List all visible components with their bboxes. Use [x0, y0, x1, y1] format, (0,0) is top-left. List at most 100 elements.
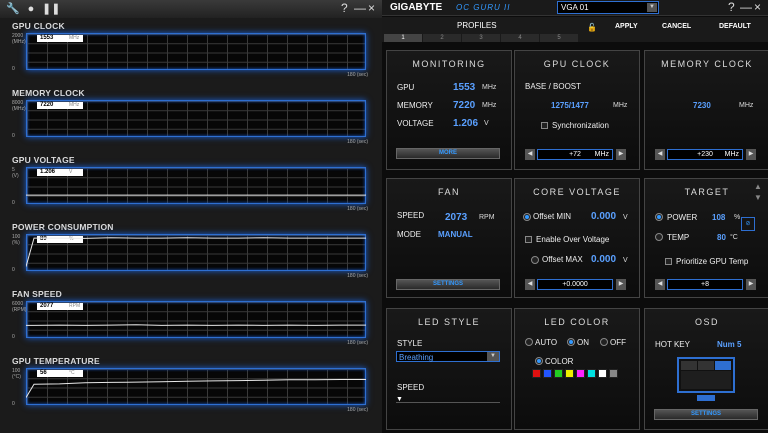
core-voltage-decrease-icon[interactable]: ◀ — [525, 279, 535, 290]
help-button[interactable]: ? — [341, 1, 348, 15]
synchronization-label: Synchronization — [552, 121, 609, 130]
fan-speed-label: SPEED — [397, 211, 425, 220]
gpu-clock-y-unit: (MHz) — [12, 39, 26, 45]
fan-speed-trace — [26, 324, 366, 326]
target-increase-icon[interactable]: ▶ — [746, 279, 756, 290]
synchronization-checkbox[interactable] — [541, 122, 548, 129]
osd-position-monitor-icon[interactable] — [677, 357, 735, 393]
close-button-right[interactable]: × — [754, 0, 761, 14]
profile-tab-5[interactable]: 5 — [540, 34, 578, 42]
gpu-temperature-y-min: 0 — [12, 401, 15, 407]
profile-tab-1[interactable]: 1 — [384, 34, 422, 42]
memory-clock-panel: MEMORY CLOCK 7230 MHz ◀ +230 MHz ▶ — [644, 50, 768, 170]
close-button[interactable]: × — [368, 1, 375, 15]
gpu-temperature-trace-line — [26, 379, 366, 398]
led-color-swatch[interactable] — [598, 369, 607, 378]
memory-clock-offset-input[interactable]: +230 MHz — [667, 149, 743, 160]
memory-clock-x-label: 180 (sec) — [347, 139, 368, 145]
profile-tab-2[interactable]: 2 — [423, 34, 461, 42]
help-button-right[interactable]: ? — [728, 0, 735, 14]
memory-clock-increase-icon[interactable]: ▶ — [746, 149, 756, 160]
lock-icon[interactable]: 🔓 — [587, 23, 597, 32]
gpu-clock-decrease-icon[interactable]: ◀ — [525, 149, 535, 160]
vga-select[interactable]: VGA 01 ▼ — [557, 1, 659, 14]
scroll-down-icon[interactable]: ▼ — [754, 193, 762, 202]
offset-max-label: Offset MAX — [542, 255, 583, 264]
led-off-label: OFF — [610, 338, 626, 347]
led-speed-slider-track[interactable] — [396, 402, 500, 403]
enable-over-voltage-checkbox[interactable] — [525, 236, 532, 243]
profile-tab-4[interactable]: 4 — [501, 34, 539, 42]
led-off-radio[interactable] — [600, 338, 608, 346]
title-bar: GIGABYTE OC GURU II VGA 01 ▼ ? — × — [382, 0, 768, 16]
gpu-label: GPU — [397, 83, 415, 92]
power-consumption-trace-line — [26, 237, 366, 267]
power-target-radio[interactable] — [655, 213, 663, 221]
led-color-swatch[interactable] — [565, 369, 574, 378]
vga-select-value: VGA 01 — [561, 3, 589, 12]
fan-title: FAN — [437, 187, 460, 197]
scroll-up-icon[interactable]: ▲ — [754, 182, 762, 191]
led-color-radio[interactable] — [535, 357, 543, 365]
cancel-button[interactable]: CANCEL — [662, 23, 691, 30]
fan-panel: FAN SPEED 2073 RPM MODE MANUAL SETTINGS — [386, 178, 512, 298]
more-button[interactable]: MORE — [396, 148, 500, 159]
minimize-button[interactable]: — — [354, 1, 366, 15]
fan-settings-button[interactable]: SETTINGS — [396, 279, 500, 290]
core-voltage-offset-input[interactable]: +0.0000 — [537, 279, 613, 290]
memory-clock-value: 7230 — [693, 101, 711, 110]
profile-tab-3[interactable]: 3 — [462, 34, 500, 42]
gpu-clock-offset-input[interactable]: +72 MHz — [537, 149, 613, 160]
pause-icon[interactable]: ❚❚ — [42, 2, 60, 16]
memory-clock-offset-value: +230 — [697, 151, 713, 158]
core-voltage-increase-icon[interactable]: ▶ — [616, 279, 626, 290]
led-color-swatch[interactable] — [587, 369, 596, 378]
led-speed-slider-handle[interactable]: ▼ — [396, 396, 403, 403]
led-color-swatch[interactable] — [543, 369, 552, 378]
record-icon[interactable]: ● — [24, 2, 38, 16]
offset-min-radio[interactable] — [523, 213, 531, 221]
voltage-label: VOLTAGE — [397, 119, 434, 128]
gpu-value: 1553 — [453, 82, 476, 93]
memory-clock-y-unit: (MHz) — [12, 106, 26, 112]
gpu-clock-graph-title: GPU CLOCK — [12, 21, 65, 31]
chevron-down-icon: ▼ — [487, 352, 499, 361]
led-color-swatch[interactable] — [532, 369, 541, 378]
led-color-swatch[interactable] — [554, 369, 563, 378]
target-decrease-icon[interactable]: ◀ — [655, 279, 665, 290]
led-color-swatch[interactable] — [576, 369, 585, 378]
hotkey-value[interactable]: Num 5 — [717, 340, 741, 349]
voltage-value: 1.206 — [453, 118, 479, 129]
wrench-icon[interactable]: 🔧 — [6, 2, 20, 16]
profiles-bar: PROFILES 1 2 3 4 5 🔓 APPLY CANCEL DEFAUL… — [382, 17, 768, 42]
gpu-voltage-y-min: 0 — [12, 200, 15, 206]
gpu-clock-increase-icon[interactable]: ▶ — [616, 149, 626, 160]
monitor-stand-icon — [697, 395, 715, 401]
link-icon[interactable]: ⊘ — [741, 217, 755, 231]
minimize-button-right[interactable]: — — [740, 0, 752, 14]
offset-min-value: 0.000 — [591, 211, 617, 222]
memory-clock-unit: MHz — [739, 102, 754, 109]
temp-target-radio[interactable] — [655, 233, 663, 241]
led-style-title: LED STYLE — [417, 317, 481, 327]
offset-max-radio[interactable] — [531, 256, 539, 264]
led-style-select[interactable]: Breathing ▼ — [396, 351, 500, 362]
led-on-radio[interactable] — [567, 338, 575, 346]
led-auto-radio[interactable] — [525, 338, 533, 346]
power-consumption-graph: POWER CONSUMPTION 100 (%) 0 89% 180 (sec) — [0, 222, 382, 289]
led-color-swatch[interactable] — [609, 369, 618, 378]
chevron-down-icon: ▼ — [647, 3, 657, 12]
target-offset-input[interactable]: +8 — [667, 279, 743, 290]
offset-min-label: Offset MIN — [533, 212, 572, 221]
memory-clock-value-unit: MHz — [69, 102, 80, 108]
memory-clock-decrease-icon[interactable]: ◀ — [655, 149, 665, 160]
memory-label: MEMORY — [397, 101, 433, 110]
power-consumption-x-label: 180 (sec) — [347, 273, 368, 279]
default-button[interactable]: DEFAULT — [719, 23, 751, 30]
temp-target-label: TEMP — [667, 233, 690, 242]
apply-button[interactable]: APPLY — [615, 23, 638, 30]
prioritize-gpu-temp-checkbox[interactable] — [665, 258, 672, 265]
power-consumption-graph-title: POWER CONSUMPTION — [12, 222, 114, 232]
core-voltage-title: CORE VOLTAGE — [533, 187, 621, 197]
osd-settings-button[interactable]: SETTINGS — [654, 409, 758, 420]
